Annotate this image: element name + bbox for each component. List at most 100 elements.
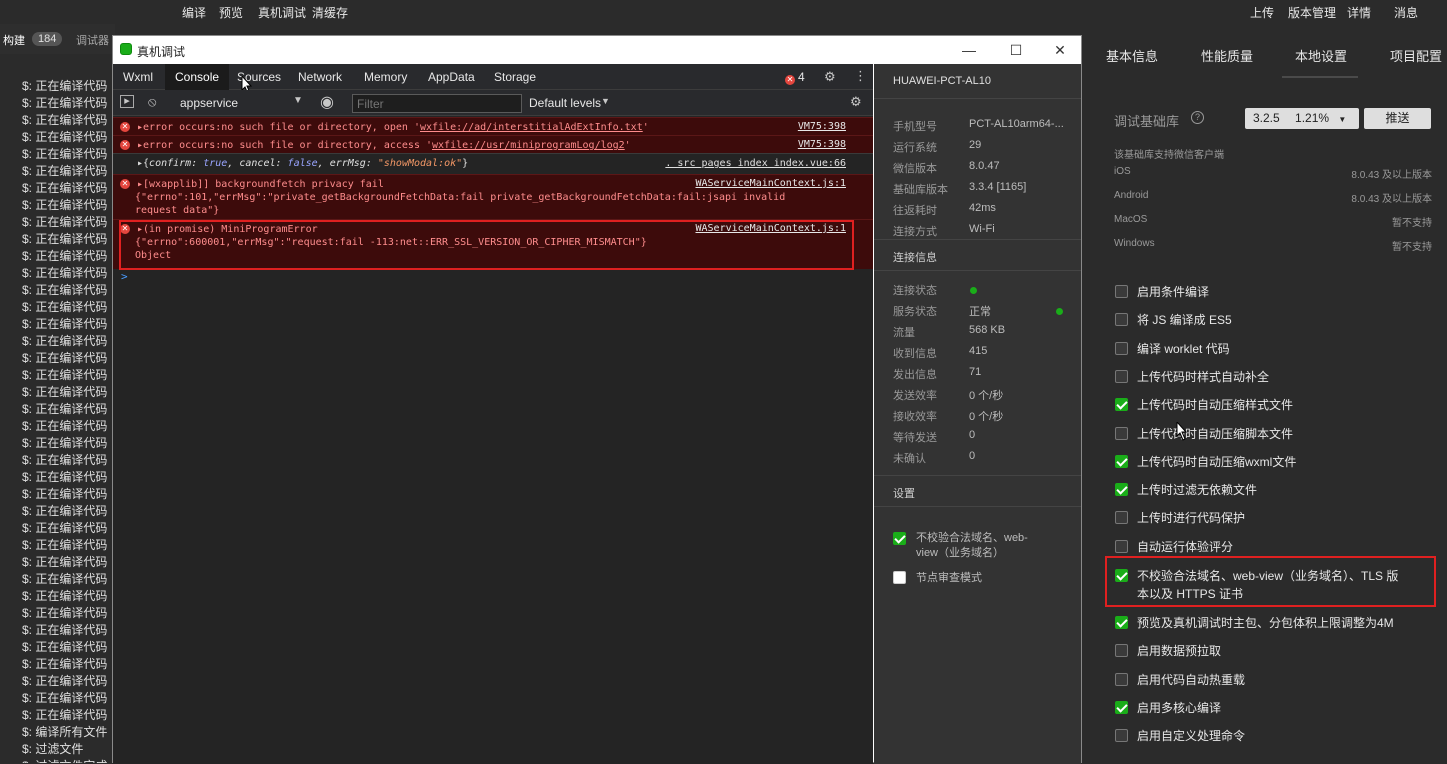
node-inspect-checkbox[interactable] bbox=[893, 571, 906, 584]
sidebar-toggle-icon[interactable]: ▸ bbox=[120, 95, 134, 108]
source-link[interactable]: VM75:398 bbox=[798, 121, 846, 132]
connection-info-key: 连接状态 bbox=[893, 285, 937, 297]
option-checkbox[interactable] bbox=[1115, 729, 1128, 743]
app-icon bbox=[120, 43, 132, 55]
window-title: 真机调试 bbox=[137, 45, 186, 59]
option-checkbox[interactable] bbox=[1115, 369, 1128, 383]
settings-option[interactable]: 自动运行体验评分 bbox=[1115, 538, 1415, 556]
source-link[interactable]: . src pages index index.vue:66 bbox=[665, 158, 846, 169]
option-checkbox[interactable] bbox=[1115, 454, 1128, 468]
clear-console-icon[interactable]: ⦸ bbox=[148, 94, 156, 110]
settings-option[interactable]: 上传代码时自动压缩wxml文件 bbox=[1115, 453, 1415, 471]
settings-option[interactable]: 编译 worklet 代码 bbox=[1115, 340, 1415, 358]
tab-basic-info[interactable]: 基本信息 bbox=[1106, 46, 1158, 65]
device-info-key: 基础库版本 bbox=[893, 184, 948, 196]
context-dropdown-icon[interactable]: ▼ bbox=[293, 95, 303, 106]
console-error-row[interactable]: ✕ ▸error occurs:no such file or director… bbox=[113, 117, 873, 135]
lib-version-select[interactable]: 3.2.5 1.21% ▼ bbox=[1245, 108, 1359, 129]
settings-option[interactable]: 启用代码自动热重载 bbox=[1115, 671, 1415, 689]
tab-wxml[interactable]: Wxml bbox=[123, 70, 153, 84]
option-checkbox[interactable] bbox=[1115, 511, 1128, 525]
build-tab[interactable]: 构建 bbox=[3, 32, 25, 48]
debugger-tab[interactable]: 调试器 bbox=[76, 32, 109, 48]
settings-option[interactable]: 上传时进行代码保护 bbox=[1115, 509, 1415, 527]
more-menu-icon[interactable]: ⋮ bbox=[854, 68, 867, 84]
maximize-button[interactable]: ☐ bbox=[996, 38, 1036, 62]
option-checkbox[interactable] bbox=[1115, 426, 1128, 440]
option-checkbox[interactable] bbox=[1115, 483, 1128, 497]
option-checkbox[interactable] bbox=[1115, 341, 1128, 355]
details-menu[interactable]: 详情 bbox=[1347, 4, 1371, 21]
log-line: $: 正在编译代码 bbox=[22, 708, 108, 722]
option-checkbox[interactable] bbox=[1115, 313, 1128, 327]
filter-input[interactable] bbox=[352, 94, 522, 113]
file-link[interactable]: wxfile://usr/miniprogramLog/log2 bbox=[432, 140, 625, 151]
file-link[interactable]: wxfile://ad/interstitialAdExtInfo.txt bbox=[420, 122, 643, 133]
minimize-button[interactable]: — bbox=[949, 38, 989, 62]
clear-cache-menu[interactable]: 清缓存 bbox=[312, 4, 348, 21]
error-count[interactable]: ✕ 4 bbox=[785, 70, 805, 85]
option-label: 启用自定义处理命令 bbox=[1137, 729, 1246, 744]
preview-menu[interactable]: 预览 bbox=[219, 4, 243, 21]
context-select[interactable]: appservice bbox=[180, 96, 238, 110]
console-prompt[interactable]: > bbox=[121, 270, 128, 283]
settings-option[interactable]: 启用多核心编译 bbox=[1115, 699, 1415, 717]
tab-local-settings[interactable]: 本地设置 bbox=[1295, 46, 1347, 65]
tab-console[interactable]: Console bbox=[165, 64, 230, 90]
help-icon[interactable]: ? bbox=[1191, 111, 1204, 124]
settings-option[interactable]: 启用条件编译 bbox=[1115, 283, 1415, 301]
upload-menu[interactable]: 上传 bbox=[1250, 4, 1274, 21]
log-line: $: 正在编译代码 bbox=[22, 113, 108, 127]
settings-option[interactable]: 上传代码时自动压缩样式文件 bbox=[1115, 396, 1415, 414]
option-checkbox[interactable] bbox=[1115, 539, 1128, 553]
console-log-row[interactable]: ▸{confirm: true, cancel: false, errMsg: … bbox=[113, 153, 873, 174]
settings-option[interactable]: 启用自定义处理命令 bbox=[1115, 727, 1415, 745]
tab-memory[interactable]: Memory bbox=[364, 70, 407, 84]
settings-option[interactable]: 预览及真机调试时主包、分包体积上限调整为4M bbox=[1115, 614, 1415, 632]
settings-gear-icon[interactable]: ⚙ bbox=[824, 69, 836, 85]
option-label: 启用数据预拉取 bbox=[1137, 644, 1222, 659]
tab-project-config[interactable]: 项目配置 bbox=[1390, 46, 1442, 65]
tab-appdata[interactable]: AppData bbox=[428, 70, 475, 84]
tab-network[interactable]: Network bbox=[298, 70, 342, 84]
option-checkbox[interactable] bbox=[1115, 398, 1128, 412]
log-line: $: 正在编译代码 bbox=[22, 402, 108, 416]
console-error-row[interactable]: ✕ ▸[wxapplib]] backgroundfetch privacy f… bbox=[113, 174, 873, 219]
tab-performance[interactable]: 性能质量 bbox=[1201, 46, 1253, 65]
window-titlebar: 真机调试 — ☐ ✕ bbox=[113, 36, 1081, 64]
option-checkbox[interactable] bbox=[1115, 285, 1128, 298]
levels-dropdown-icon[interactable]: ▼ bbox=[601, 96, 610, 106]
log-levels-select[interactable]: Default levels bbox=[529, 96, 601, 110]
settings-option[interactable]: 上传代码时样式自动补全 bbox=[1115, 368, 1415, 386]
option-checkbox[interactable] bbox=[1115, 700, 1128, 714]
compile-menu[interactable]: 编译 bbox=[182, 4, 206, 21]
option-checkbox[interactable] bbox=[1115, 616, 1128, 629]
remote-debug-menu[interactable]: 真机调试 bbox=[258, 4, 306, 21]
settings-option[interactable]: 上传时过滤无依赖文件 bbox=[1115, 481, 1415, 499]
option-label: 启用代码自动热重载 bbox=[1137, 672, 1246, 687]
settings-option[interactable]: 上传代码时自动压缩脚本文件 bbox=[1115, 425, 1415, 443]
client-support: 8.0.43 及以上版本 bbox=[1351, 170, 1432, 181]
settings-option[interactable]: 启用数据预拉取 bbox=[1115, 642, 1415, 660]
close-button[interactable]: ✕ bbox=[1040, 38, 1080, 62]
tab-storage[interactable]: Storage bbox=[494, 70, 536, 84]
option-label: 上传代码时自动压缩脚本文件 bbox=[1137, 426, 1294, 441]
settings-option[interactable]: 将 JS 编译成 ES5 bbox=[1115, 311, 1415, 329]
source-link[interactable]: WAServiceMainContext.js:1 bbox=[695, 178, 846, 189]
push-button[interactable]: 推送 bbox=[1364, 108, 1431, 129]
option-checkbox[interactable] bbox=[1115, 672, 1128, 686]
console-settings-gear-icon[interactable]: ⚙ bbox=[850, 94, 862, 110]
messages-menu[interactable]: 消息 bbox=[1394, 4, 1418, 21]
console-error-row[interactable]: ✕ ▸error occurs:no such file or director… bbox=[113, 135, 873, 153]
console-toolbar: ▸ ⦸ appservice ▼ ◉ Default levels ▼ ⚙ bbox=[113, 90, 873, 116]
client-name: iOS bbox=[1114, 166, 1131, 177]
device-info-key: 手机型号 bbox=[893, 121, 937, 133]
option-checkbox[interactable] bbox=[1115, 644, 1128, 658]
log-line: $: 正在编译代码 bbox=[22, 572, 108, 586]
version-manage-menu[interactable]: 版本管理 bbox=[1288, 4, 1336, 21]
log-line: $: 正在编译代码 bbox=[22, 657, 108, 671]
eye-icon[interactable]: ◉ bbox=[320, 92, 334, 112]
skip-domain-check-checkbox[interactable] bbox=[893, 532, 906, 545]
source-link[interactable]: VM75:398 bbox=[798, 139, 846, 150]
connection-info-value: 0 个/秒 bbox=[969, 390, 1004, 402]
